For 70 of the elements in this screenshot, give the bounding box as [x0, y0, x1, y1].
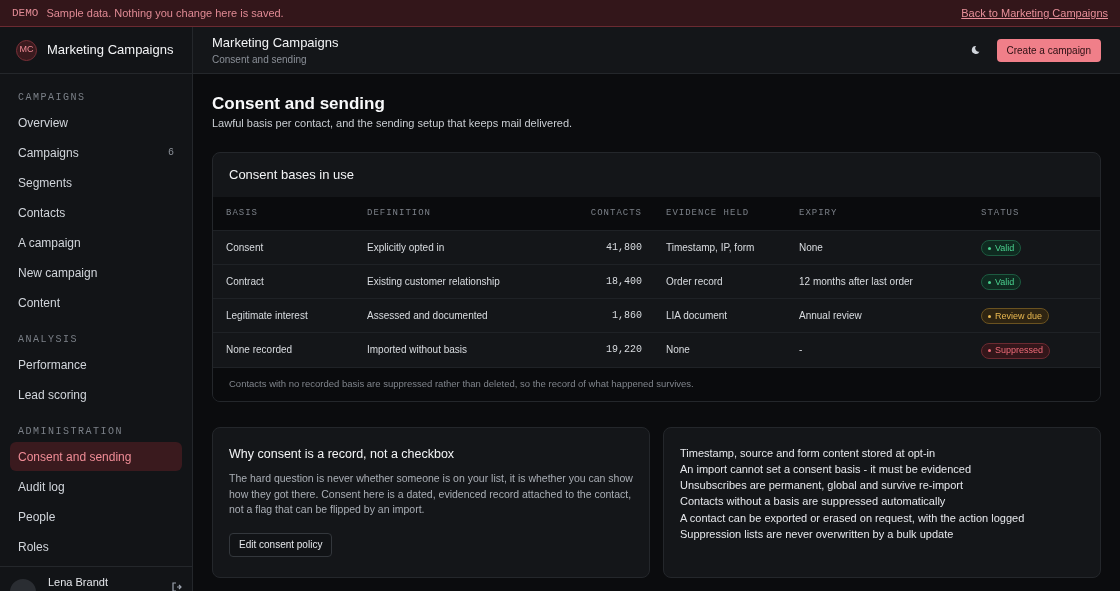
rule-line: An import cannot set a consent basis - it must be evidenced — [680, 461, 973, 477]
status-badge: Suppressed — [981, 342, 1051, 359]
column-header: EXPIRY — [799, 196, 981, 231]
column-header: EVIDENCE HELD — [654, 196, 799, 231]
table-cell: Consent — [213, 230, 367, 265]
table-cell: Imported without basis — [367, 332, 544, 367]
status-badge: Valid — [981, 240, 1022, 257]
table-cell: LIA document — [654, 298, 799, 333]
logout-icon[interactable] — [172, 582, 182, 591]
app-logo: MC — [16, 39, 37, 61]
table-cell: 18,400 — [544, 264, 654, 299]
column-header: DEFINITION — [367, 196, 544, 231]
rule-line: Timestamp, source and form content stored at opt-in — [680, 445, 937, 461]
table-cell: Annual review — [799, 298, 981, 333]
table-cell: - — [799, 332, 981, 367]
status-badge: Valid — [981, 274, 1022, 291]
user-name: Lena Brandt — [48, 577, 108, 588]
nav-item[interactable]: Lead scoring — [10, 380, 182, 409]
table-cell: 41,800 — [544, 230, 654, 265]
table-cell: Assessed and documented — [367, 298, 544, 333]
page-header-title: Marketing Campaigns — [212, 33, 339, 51]
breadcrumb: Consent and sending — [212, 52, 308, 67]
card-title: Consent bases in use — [228, 165, 356, 184]
table-cell: None — [799, 230, 981, 265]
nav-item[interactable]: Content — [10, 288, 182, 317]
nav-item[interactable]: Campaigns 6 — [10, 138, 182, 167]
card-title: Why consent is a record, not a checkbox — [229, 445, 456, 463]
table-cell: 12 months after last order — [799, 264, 981, 299]
table-cell: 1,860 — [544, 298, 654, 333]
table-cell: Order record — [654, 264, 799, 299]
rule-line: Suppression lists are never overwritten by a bulk update — [680, 527, 955, 542]
table-cell: None — [654, 332, 799, 367]
table-cell: Explicitly opted in — [367, 230, 544, 265]
page-title: Consent and sending — [212, 93, 386, 114]
nav-item[interactable]: Consent and sending — [10, 442, 182, 471]
demo-message: Sample data. Nothing you change here is saved. — [46, 5, 284, 21]
column-header: BASIS — [213, 196, 367, 231]
column-header: CONTACTS — [544, 196, 654, 231]
table-cell: Existing customer relationship — [367, 264, 544, 299]
section-heading: ANALYSIS — [17, 332, 79, 347]
nav-item[interactable]: New campaign — [10, 258, 182, 287]
nav-item[interactable]: A campaign — [10, 228, 182, 257]
page-subtitle: Lawful basis per contact, and the sending setup that keeps mail delivered. — [212, 116, 574, 131]
nav-item[interactable]: Audit log — [10, 472, 182, 501]
demo-tag: DEMO — [12, 4, 39, 22]
table-cell: Legitimate interest — [213, 298, 367, 333]
create-campaign-button[interactable]: Create a campaign — [996, 38, 1101, 62]
edit-policy-button[interactable]: Edit consent policy — [229, 532, 333, 557]
card-body-text: The hard question is never whether someone is on your list, it is whether you can show how they got there. Consent here is a dated, evidenced record attached to the contact, not a flag that can be flipped by an import. — [229, 471, 633, 518]
status-badge: Review due — [981, 308, 1050, 325]
table-cell: 19,220 — [544, 332, 654, 367]
table-cell: Timestamp, IP, form — [654, 230, 799, 265]
nav-item[interactable]: Performance — [10, 350, 182, 379]
back-link[interactable]: Back to Marketing Campaigns — [961, 4, 1108, 22]
nav-item[interactable]: Contacts — [10, 198, 182, 227]
rule-line: A contact can be exported or erased on request, with the action logged — [680, 510, 1026, 526]
rule-line: Contacts without a basis are suppressed automatically — [680, 494, 947, 510]
section-heading: CAMPAIGNS — [17, 90, 87, 105]
table-cell: None recorded — [213, 332, 367, 367]
nav-item[interactable]: Overview — [10, 108, 182, 137]
table-footnote: Contacts with no recorded basis are suppressed rather than deleted, so the record of what happened survives. — [213, 366, 1100, 401]
nav-item[interactable]: Segments — [10, 168, 182, 197]
nav-item[interactable]: Roles — [10, 532, 182, 561]
nav-item[interactable]: People — [10, 502, 182, 531]
rule-line: Unsubscribes are permanent, global and survive re-import — [680, 478, 965, 494]
app-name: Marketing Campaigns — [47, 41, 174, 60]
column-header: STATUS — [981, 196, 1100, 231]
theme-toggle-icon[interactable] — [969, 45, 980, 55]
section-heading: ADMINISTRATION — [17, 424, 124, 439]
table-cell: Contract — [213, 264, 367, 299]
